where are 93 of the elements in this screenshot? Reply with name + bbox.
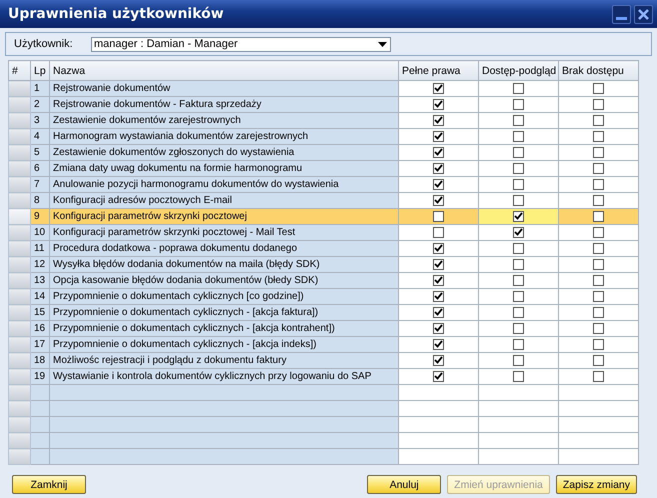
permission-checkbox[interactable] [513,354,524,366]
permission-checkbox[interactable] [513,370,524,382]
permission-checkbox[interactable] [593,82,604,94]
permission-name: Możliwośc rejestracji i podglądu z dokumentu faktury [50,352,398,368]
permission-name: Wystawianie i kontrola dokumentów cyklicznych przy logowaniu do SAP [50,368,398,384]
permission-checkbox[interactable] [513,210,524,222]
permission-checkbox[interactable] [593,370,604,382]
window-title: Uprawnienia użytkowników [8,6,225,22]
permission-name: Przypomnienie o dokumentach cyklicznych [co godzine]) [50,288,398,304]
permission-name: Przypomnienie o dokumentach cyklicznych - [akcja faktura]) [50,304,398,320]
permission-checkbox[interactable] [433,306,444,318]
permission-checkbox[interactable] [433,258,444,270]
permission-checkbox[interactable] [593,178,604,190]
permission-checkbox[interactable] [593,290,604,302]
permission-checkbox[interactable] [513,114,524,126]
permission-name: Wysyłka błędów dodania dokumentów na maila (błędy SDK) [50,256,398,272]
permission-name: Zestawienie dokumentów zarejestrownych [50,112,398,128]
permission-checkbox[interactable] [433,162,444,174]
permission-checkbox[interactable] [513,162,524,174]
action-button[interactable]: Zamknij [12,475,86,494]
permission-name: Opcja kasowanie błędów dodania dokumentów (błedy SDK) [50,272,398,288]
permission-name: Przypomnienie o dokumentach cyklicznych - [akcja indeks]) [50,336,398,352]
permission-name: Konfiguracji parametrów skrzynki pocztowej - Mail Test [50,224,398,240]
permission-name: Procedura dodatkowa - poprawa dokumentu dodanego [50,240,398,256]
permission-checkbox[interactable] [513,194,524,206]
column-header: Brak dostępu [558,60,638,80]
permission-name: Przypomnienie o dokumentach cyklicznych - [akcja kontrahent]) [50,320,398,336]
permission-checkbox[interactable] [433,290,444,302]
permission-checkbox[interactable] [593,338,604,350]
permission-checkbox[interactable] [513,226,524,238]
permission-checkbox[interactable] [593,258,604,270]
permission-checkbox[interactable] [593,306,604,318]
permission-checkbox[interactable] [593,146,604,158]
permission-checkbox[interactable] [593,226,604,238]
permission-checkbox[interactable] [433,322,444,334]
permission-checkbox[interactable] [513,130,524,142]
permission-checkbox[interactable] [433,274,444,286]
permission-checkbox[interactable] [433,242,444,254]
permission-name: Konfiguracji parametrów skrzynki pocztowej [50,208,398,224]
permission-name: Konfiguracji adresów pocztowych E-mail [50,192,398,208]
permission-checkbox[interactable] [513,178,524,190]
column-header: Dostęp-podgląd [478,60,558,80]
permission-checkbox[interactable] [593,354,604,366]
permission-checkbox[interactable] [513,290,524,302]
permission-checkbox[interactable] [433,82,444,94]
permission-checkbox[interactable] [433,226,444,238]
permission-checkbox[interactable] [433,210,444,222]
permission-checkbox[interactable] [593,274,604,286]
column-header: Lp [30,60,50,80]
permission-checkbox[interactable] [513,146,524,158]
permission-name: Rejstrowanie dokumentów [50,80,398,96]
permission-checkbox[interactable] [593,98,604,110]
permission-checkbox[interactable] [593,242,604,254]
action-button[interactable]: Zapisz zmiany [556,475,637,494]
permission-checkbox[interactable] [593,322,604,334]
permission-name: Harmonogram wystawiania dokumentów zarejestrownych [50,128,398,144]
minimize-button[interactable] [612,4,631,24]
permission-checkbox[interactable] [513,258,524,270]
column-header: Nazwa [50,60,398,80]
close-icon [638,8,649,20]
permission-checkbox[interactable] [513,306,524,318]
user-dropdown[interactable]: manager : Damian - Manager [91,36,391,52]
action-button[interactable]: Anuluj [367,475,442,494]
column-header: Pełne prawa [398,60,478,80]
column-header: # [8,60,30,80]
user-label: Użytkownik: [14,38,74,50]
permission-name: Rejstrowanie dokumentów - Faktura sprzedaży [50,96,398,112]
permission-checkbox[interactable] [433,178,444,190]
permission-checkbox[interactable] [433,370,444,382]
permission-checkbox[interactable] [593,130,604,142]
permission-checkbox[interactable] [433,194,444,206]
minimize-icon [616,16,627,20]
permission-name: Anulowanie pozycji harmonogramu dokumentów do wystawienia [50,176,398,192]
permission-checkbox[interactable] [513,242,524,254]
permission-checkbox[interactable] [513,338,524,350]
permission-checkbox[interactable] [433,146,444,158]
permission-checkbox[interactable] [513,82,524,94]
permission-checkbox[interactable] [593,194,604,206]
permission-checkbox[interactable] [593,114,604,126]
permission-checkbox[interactable] [433,98,444,110]
permission-name: Zestawienie dokumentów zgłoszonych do wystawienia [50,144,398,160]
permission-checkbox[interactable] [433,354,444,366]
dropdown-arrow-icon [378,42,387,46]
permission-checkbox[interactable] [433,130,444,142]
permission-checkbox[interactable] [513,98,524,110]
permission-checkbox[interactable] [593,162,604,174]
permission-checkbox[interactable] [433,338,444,350]
permission-checkbox[interactable] [593,210,604,222]
permission-name: Zmiana daty uwag dokumentu na formie harmonogramu [50,160,398,176]
permission-checkbox[interactable] [513,322,524,334]
permission-checkbox[interactable] [433,114,444,126]
permission-checkbox[interactable] [513,274,524,286]
close-button[interactable] [634,4,653,24]
